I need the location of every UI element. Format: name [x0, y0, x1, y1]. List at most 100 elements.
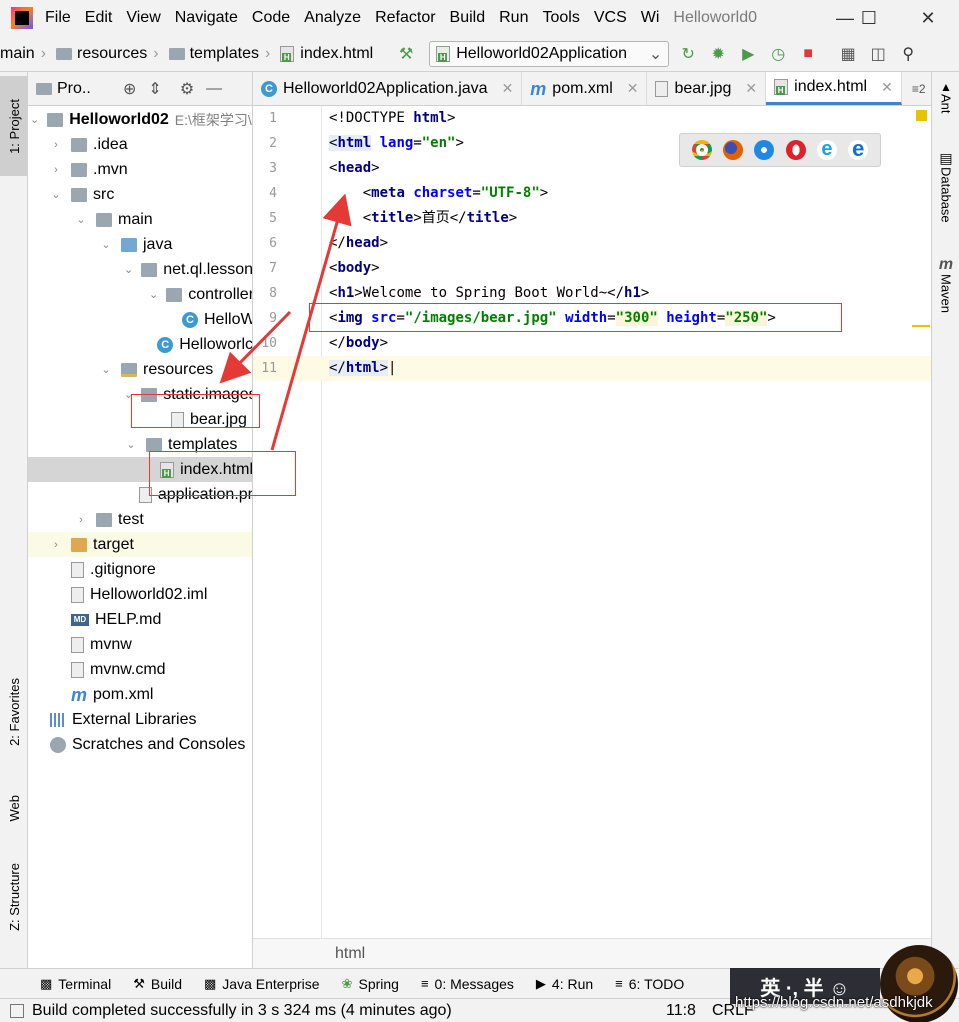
tree-item[interactable]: › test [28, 507, 252, 532]
tab-project[interactable]: 1: Project [0, 76, 28, 176]
tab-ant[interactable]: ▲ Ant [932, 80, 959, 114]
error-stripe-mark[interactable] [912, 325, 930, 327]
tab-pom-xml[interactable]: m pom.xml ✕ [522, 72, 648, 105]
menu-edit[interactable]: Edit [85, 9, 113, 27]
firefox-icon[interactable] [722, 140, 743, 160]
close-icon[interactable]: ✕ [627, 80, 639, 97]
tree-item[interactable]: ⌄ Helloworld02 E:\框架学习\H [28, 107, 252, 132]
chevron-down-icon[interactable]: ⌄ [74, 213, 88, 226]
tree-item[interactable]: Helloworld02.iml [28, 582, 252, 607]
search-icon[interactable]: ⚲ [897, 43, 919, 65]
menu-navigate[interactable]: Navigate [175, 9, 238, 27]
chevron-down-icon[interactable]: ⌄ [124, 263, 133, 276]
tree-item[interactable]: › target [28, 532, 252, 557]
chevron-right-icon[interactable]: › [49, 164, 63, 176]
menu-build[interactable]: Build [450, 9, 486, 27]
run-with-coverage-icon[interactable]: ▶ [737, 43, 759, 65]
build-hammer-icon[interactable]: ⚒ [395, 43, 417, 65]
tab-web[interactable]: Web [0, 778, 28, 838]
menu-code[interactable]: Code [252, 9, 290, 27]
code-editor[interactable]: <!DOCTYPE html> <html lang="en"> <head> … [322, 106, 931, 938]
close-window-icon[interactable]: ✕ [905, 0, 951, 36]
chevron-right-icon[interactable]: › [49, 139, 63, 151]
tab-helloworld02application-java[interactable]: C Helloworld02Application.java ✕ [253, 72, 523, 105]
tree-item[interactable]: mvnw.cmd [28, 657, 252, 682]
internet-explorer-icon[interactable]: e [816, 139, 837, 160]
tab-favorites[interactable]: 2: Favorites [0, 662, 28, 762]
tool-terminal[interactable]: ▩ Terminal [40, 976, 111, 992]
maximize-icon[interactable]: ☐ [846, 0, 892, 36]
chrome-icon[interactable] [691, 140, 712, 160]
breadcrumb-templates[interactable]: templates › [168, 45, 277, 63]
tree-item[interactable]: › .idea [28, 132, 252, 157]
menu-run[interactable]: Run [499, 9, 528, 27]
tab-index-html[interactable]: index.html✕ [766, 72, 902, 105]
tab-bear-jpg[interactable]: bear.jpg ✕ [647, 72, 767, 105]
presentation-icon[interactable]: ◫ [867, 43, 889, 65]
tool-build[interactable]: ⚒ Build [133, 976, 182, 992]
menu-view[interactable]: View [126, 9, 160, 27]
chevron-down-icon[interactable]: ⌄ [149, 288, 158, 301]
tree-item[interactable]: C Helloworlc [28, 332, 252, 357]
tree-item[interactable]: ⌄ src [28, 182, 252, 207]
tool-messages[interactable]: ≡ 0: Messages [421, 976, 514, 992]
breadcrumb-main[interactable]: main › [0, 45, 52, 63]
gear-icon[interactable]: ⚙ [180, 79, 194, 99]
opera-icon[interactable] [785, 140, 806, 160]
toggle-tool-windows-icon[interactable] [10, 1003, 24, 1018]
run-configuration-select[interactable]: Helloworld02Application ⌄ [429, 40, 670, 67]
chevron-down-icon[interactable]: ⌄ [99, 363, 113, 376]
profile-icon[interactable]: ◷ [767, 43, 789, 65]
caret-position[interactable]: 11:8 [666, 1002, 696, 1020]
menu-refactor[interactable]: Refactor [375, 9, 435, 27]
tree-item[interactable]: ⌄ main [28, 207, 252, 232]
chevron-right-icon[interactable]: › [49, 539, 63, 551]
chevron-down-icon[interactable]: ⌄ [124, 438, 138, 451]
chevron-down-icon[interactable]: ⌄ [99, 238, 113, 251]
hide-icon[interactable]: — [206, 80, 222, 98]
inspection-status-icon[interactable] [916, 110, 927, 121]
edge-icon[interactable]: e [848, 138, 869, 160]
tab-overflow-button[interactable]: ≡2 [902, 72, 926, 105]
collapse-all-icon[interactable]: ⇕ [148, 79, 161, 99]
chevron-down-icon[interactable]: ⌄ [49, 188, 63, 201]
tree-item[interactable]: MD HELP.md [28, 607, 252, 632]
tool-run[interactable]: ▶ 4: Run [536, 976, 593, 992]
tree-item[interactable]: ⌄ resources [28, 357, 252, 382]
menu-vcs[interactable]: VCS [594, 9, 627, 27]
menu-analyze[interactable]: Analyze [304, 9, 361, 27]
project-structure-icon[interactable]: ▦ [837, 43, 859, 65]
locate-icon[interactable]: ⊕ [123, 79, 136, 99]
debug-icon[interactable]: ✹ [707, 43, 729, 65]
tool-spring[interactable]: ❀ Spring [342, 976, 399, 992]
close-icon[interactable]: ✕ [502, 80, 514, 97]
tree-item[interactable]: External Libraries [28, 707, 252, 732]
tab-maven[interactable]: m Maven [932, 256, 959, 313]
tree-item[interactable]: › .mvn [28, 157, 252, 182]
close-icon[interactable]: ✕ [745, 80, 757, 97]
tree-item[interactable]: .gitignore [28, 557, 252, 582]
breadcrumb-resources[interactable]: resources › [56, 45, 165, 63]
safari-icon[interactable] [754, 140, 775, 160]
tab-structure[interactable]: Z: Structure [0, 852, 28, 942]
tree-item[interactable]: C HelloW [28, 307, 252, 332]
rerun-icon[interactable]: ↻ [677, 43, 699, 65]
menu-window[interactable]: Wi [641, 9, 660, 27]
tool-todo[interactable]: ≡ 6: TODO [615, 976, 684, 992]
tool-java-enterprise[interactable]: ▩ Java Enterprise [204, 976, 320, 992]
tree-item[interactable]: m pom.xml [28, 682, 252, 707]
editor-breadcrumb[interactable]: html [253, 938, 931, 968]
menu-file[interactable]: File [45, 9, 71, 27]
tree-item[interactable]: ⌄ net.ql.lesson0 [28, 257, 252, 282]
breadcrumb-index-html[interactable]: index.html [280, 45, 373, 63]
tree-item[interactable]: ⌄ java [28, 232, 252, 257]
project-view-select[interactable]: Pro.. [57, 80, 109, 98]
stop-icon[interactable]: ■ [797, 43, 819, 65]
chevron-right-icon[interactable]: › [74, 514, 88, 526]
chevron-down-icon[interactable]: ⌄ [30, 113, 39, 126]
tree-item[interactable]: Scratches and Consoles [28, 732, 252, 757]
menu-tools[interactable]: Tools [542, 9, 579, 27]
tab-database[interactable]: ▤ Database [932, 150, 959, 223]
close-icon[interactable]: ✕ [881, 79, 893, 96]
tree-item[interactable]: ⌄ controller [28, 282, 252, 307]
